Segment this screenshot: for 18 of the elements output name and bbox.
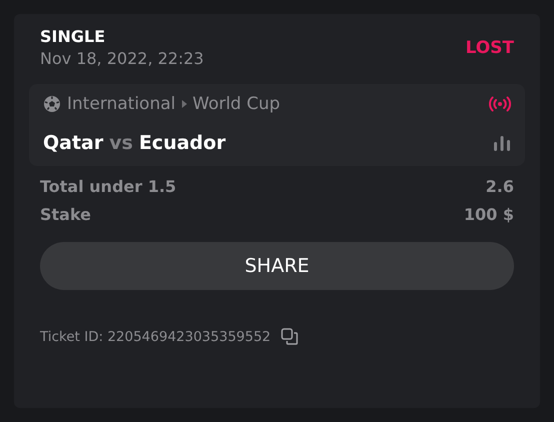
versus-label: vs [109,132,133,154]
league-label: World Cup [192,94,280,114]
caret-icon [182,100,186,108]
soccer-ball-icon [43,95,61,113]
away-team: Ecuador [138,132,226,154]
bet-date: Nov 18, 2022, 22:23 [40,48,204,70]
detail-value: 2.6 [486,176,514,198]
detail-label: Stake [40,204,92,226]
bet-result: LOST [465,38,514,58]
copy-icon[interactable] [280,328,298,345]
bar-chart-icon[interactable] [493,135,511,151]
share-button[interactable]: SHARE [40,242,514,290]
detail-value: 100 $ [464,204,514,226]
category-label: International [67,94,176,114]
detail-label: Total under 1.5 [40,176,176,198]
ticket-id: Ticket ID: 2205469423035359552 [40,328,271,344]
bet-type: SINGLE [40,26,106,48]
home-team: Qatar [43,132,104,154]
